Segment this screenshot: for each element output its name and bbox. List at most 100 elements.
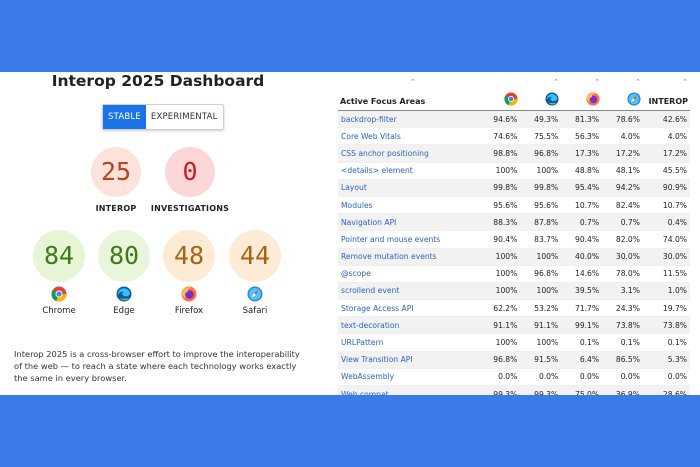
firefox-score-cell: 81.3%: [561, 110, 603, 129]
focus-areas-section: ⌃ Active Focus Areas ⌃ ⌃ ⌃ ⌃ INTEROP bac…: [338, 72, 690, 395]
interop-score-label: INTEROP: [95, 204, 137, 213]
edge-icon: [116, 286, 132, 302]
focus-area-link[interactable]: <details> element: [338, 162, 480, 180]
column-header-safari[interactable]: ⌃: [602, 72, 643, 111]
focus-area-link[interactable]: Layout: [338, 179, 480, 197]
chrome-score-cell: 96.8%: [479, 351, 521, 369]
focus-area-link[interactable]: @scope: [338, 265, 480, 283]
focus-area-link[interactable]: scrollend event: [338, 282, 480, 301]
description-text: Interop 2025 is a cross-browser effort t…: [14, 349, 300, 383]
experimental-button[interactable]: EXPERIMENTAL: [145, 105, 223, 129]
safari-icon: [627, 92, 641, 106]
edge-score-cell: 53.2%: [520, 299, 562, 318]
interop-score-cell: 90.9%: [642, 179, 690, 197]
interop-score-circle: 25: [91, 147, 141, 197]
edge-score-circle: 80: [98, 230, 150, 282]
interop-score-cell: 0.0%: [642, 368, 690, 387]
firefox-score-cell: 6.4%: [561, 351, 603, 369]
interop-score-cell: 5.3%: [642, 351, 690, 369]
focus-area-link[interactable]: text-decoration: [338, 316, 480, 335]
focus-area-link[interactable]: backdrop-filter: [338, 110, 480, 129]
table-row: scrollend event 100% 100% 39.5% 3.1% 1.0%: [338, 282, 690, 301]
table-row: URLPattern 100% 100% 0.1% 0.1% 0.1%: [338, 333, 690, 352]
safari-score-circle: 44: [229, 230, 281, 282]
firefox-score-cell: 39.5%: [561, 282, 603, 301]
firefox-score-cell: 71.7%: [561, 299, 603, 318]
stable-button[interactable]: STABLE: [103, 105, 146, 129]
edge-score-cell: 91.5%: [520, 351, 562, 369]
focus-areas-table: ⌃ Active Focus Areas ⌃ ⌃ ⌃ ⌃ INTEROP bac…: [338, 72, 690, 395]
focus-area-link[interactable]: Modules: [338, 196, 480, 215]
focus-area-link[interactable]: WebAssembly: [338, 368, 480, 387]
edge-score-cell: 96.8%: [520, 265, 562, 283]
edge-score-cell: 83.7%: [520, 230, 562, 249]
chrome-score-cell: 100%: [479, 265, 521, 283]
firefox-score-cell: 40.0%: [561, 248, 603, 266]
chrome-score-cell: 98.8%: [479, 144, 521, 163]
sort-arrow-icon: ⌃: [553, 78, 560, 86]
firefox-label: Firefox: [174, 306, 204, 316]
summary-section: Interop 2025 Dashboard STABLE EXPERIMENT…: [0, 72, 330, 395]
column-header-interop[interactable]: ⌃ INTEROP: [642, 72, 690, 111]
focus-area-link[interactable]: URLPattern: [338, 333, 480, 352]
focus-area-link[interactable]: Core Web Vitals: [338, 127, 480, 146]
table-row: WebAssembly 0.0% 0.0% 0.0% 0.0% 0.0%: [338, 368, 690, 387]
firefox-score-cell: 48.8%: [561, 162, 603, 180]
focus-area-link[interactable]: View Transition API: [338, 351, 480, 369]
edge-score-cell: 87.8%: [520, 213, 562, 232]
bottom-band: [0, 395, 700, 467]
interop-score-cell: 42.6%: [642, 110, 690, 129]
firefox-score-circle: 48: [163, 230, 215, 282]
safari-score-cell: 78.0%: [602, 265, 643, 283]
chrome-score-cell: 100%: [479, 333, 521, 352]
firefox-icon: [181, 286, 197, 302]
edge-score-cell: 95.6%: [520, 196, 562, 215]
sort-arrow-icon: ⌃: [635, 78, 641, 86]
chrome-score-cell: 94.6%: [479, 110, 521, 129]
focus-area-link[interactable]: Pointer and mouse events: [338, 230, 480, 249]
chrome-score-cell: 100%: [479, 248, 521, 266]
interop-score-cell: 0.1%: [642, 333, 690, 352]
page-title: Interop 2025 Dashboard: [51, 72, 265, 90]
focus-area-link[interactable]: CSS anchor positioning: [338, 144, 480, 163]
edge-score-cell: 0.0%: [520, 368, 562, 387]
safari-score-cell: 0.1%: [602, 333, 643, 352]
chrome-score-cell: 99.8%: [479, 179, 521, 197]
firefox-score-cell: 90.4%: [561, 230, 603, 249]
table-row: text-decoration 91.1% 91.1% 99.1% 73.8% 73.8%: [338, 316, 690, 335]
table-row: Layout 99.8% 99.8% 95.4% 94.2% 90.9%: [338, 179, 690, 197]
edge-score-cell: 100%: [520, 162, 562, 180]
interop-score-cell: 11.5%: [642, 265, 690, 283]
table-row: Core Web Vitals 74.6% 75.5% 56.3% 4.0% 4.0%: [338, 127, 690, 146]
firefox-score-cell: 14.6%: [561, 265, 603, 283]
focus-area-link[interactable]: Web compat: [338, 385, 480, 395]
safari-icon: [247, 286, 263, 302]
focus-area-link[interactable]: Navigation API: [338, 213, 480, 232]
sort-arrow-icon: ⌃: [410, 78, 416, 86]
interop-score-cell: 0.4%: [642, 213, 690, 232]
table-row: backdrop-filter 94.6% 49.3% 81.3% 78.6% 42.6%: [338, 110, 690, 129]
safari-score-cell: 0.7%: [602, 213, 643, 232]
edge-score-cell: 96.8%: [520, 144, 562, 163]
safari-score-cell: 82.4%: [602, 196, 643, 215]
column-header-edge[interactable]: ⌃: [520, 72, 562, 111]
chrome-score-cell: 95.6%: [479, 196, 521, 215]
focus-area-link[interactable]: Storage Access API: [338, 299, 480, 318]
column-header-chrome[interactable]: [479, 72, 521, 111]
chrome-icon: [51, 286, 67, 302]
safari-score-cell: 24.3%: [602, 299, 643, 318]
safari-score-cell: 48.1%: [602, 162, 643, 180]
edge-score-cell: 99.8%: [520, 179, 562, 197]
table-row: View Transition API 96.8% 91.5% 6.4% 86.5% 5.…: [338, 351, 690, 369]
edge-score-cell: 100%: [520, 282, 562, 301]
column-header-firefox[interactable]: ⌃: [561, 72, 603, 111]
table-row: Modules 95.6% 95.6% 10.7% 82.4% 10.7%: [338, 196, 690, 215]
sort-arrow-icon: ⌃: [682, 78, 688, 86]
safari-score-cell: 17.2%: [602, 144, 643, 163]
column-header-areas[interactable]: ⌃ Active Focus Areas: [338, 72, 480, 111]
edge-score-cell: 49.3%: [520, 110, 562, 129]
chrome-score-cell: 100%: [479, 282, 521, 301]
interop-score-cell: 45.5%: [642, 162, 690, 180]
focus-area-link[interactable]: Remove mutation events: [338, 248, 480, 266]
firefox-score-cell: 10.7%: [561, 196, 603, 215]
